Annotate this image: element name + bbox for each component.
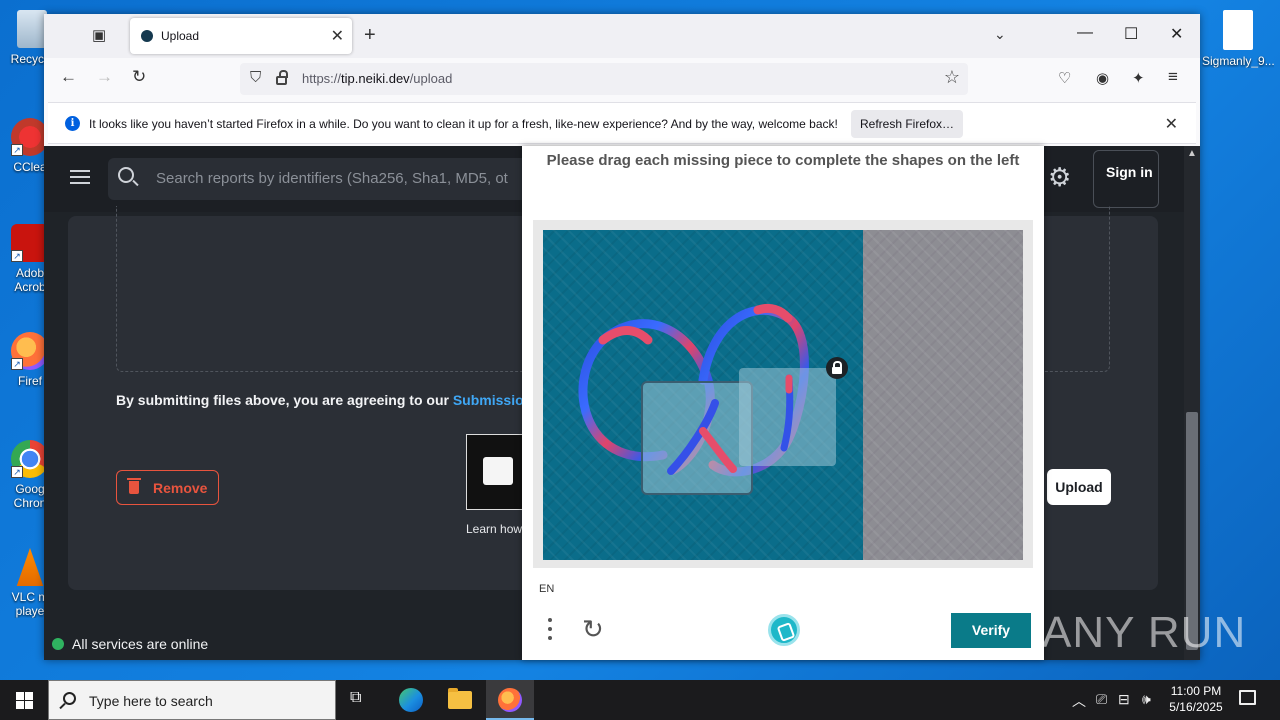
firefox-taskbar-button[interactable]: [486, 680, 534, 720]
hamburger-menu-icon[interactable]: [70, 170, 90, 184]
tab-bar: ▣ Upload ✕ + ⌄ — ☐ ✕: [44, 14, 1200, 58]
lock-icon[interactable]: [276, 70, 288, 85]
refresh-firefox-button[interactable]: Refresh Firefox…: [851, 110, 963, 138]
terms-agreement-text: By submitting files above, you are agree…: [116, 392, 533, 408]
folder-icon: [448, 688, 472, 709]
extensions-icon[interactable]: ✦: [1132, 69, 1145, 87]
new-tab-button[interactable]: +: [364, 24, 376, 47]
taskbar-search-placeholder: Type here to search: [89, 693, 213, 709]
app-menu-icon[interactable]: ≡: [1168, 67, 1178, 87]
captcha-drop-target: [641, 381, 753, 495]
remove-button[interactable]: Remove: [116, 470, 219, 505]
address-bar[interactable]: ⛉ https://tip.neiki.dev/upload ☆: [240, 63, 968, 95]
desktop-icon-label: Adob Acrob: [14, 266, 46, 294]
captcha-piece-tray: [863, 230, 1023, 560]
piece-shape: [780, 374, 794, 452]
close-notification-icon[interactable]: ✕: [1165, 114, 1178, 134]
recycle-bin-icon: [17, 10, 47, 48]
captcha-image: [543, 230, 1023, 560]
site-favicon-icon: [141, 30, 153, 42]
show-hidden-icons-icon[interactable]: ︿: [1072, 691, 1086, 711]
desktop-icon-label: Sigmanly_9...: [1202, 54, 1274, 68]
tracking-protection-shield-icon[interactable]: ⛉: [250, 69, 261, 86]
info-icon: i: [65, 116, 80, 131]
reload-button[interactable]: ↻: [132, 67, 146, 87]
page-scrollbar[interactable]: ▲: [1184, 146, 1200, 660]
piece-shape: [667, 399, 737, 475]
learn-how-text[interactable]: Learn how: [466, 522, 522, 536]
firefox-icon: [498, 688, 522, 712]
status-ok-icon: [52, 638, 64, 650]
remove-label: Remove: [153, 480, 208, 496]
maximize-button[interactable]: ☐: [1124, 24, 1138, 44]
hcaptcha-logo-icon[interactable]: [768, 614, 800, 646]
captcha-menu-icon[interactable]: [545, 618, 555, 644]
windows-logo-icon: [16, 692, 33, 709]
captcha-challenge-frame: [533, 220, 1033, 568]
notification-message: It looks like you haven’t started Firefo…: [89, 117, 838, 131]
clock-date: 5/16/2025: [1169, 700, 1223, 714]
ethernet-icon[interactable]: ⊟: [1118, 691, 1130, 708]
captcha-dialog: Please drag each missing piece to comple…: [522, 146, 1044, 660]
trash-icon: [127, 478, 141, 494]
navigation-bar: ← → ↻ ⛉ https://tip.neiki.dev/upload ☆ ♡…: [44, 58, 1200, 100]
taskbar-search-input[interactable]: Type here to search: [48, 680, 336, 720]
service-status: All services are online: [52, 636, 208, 652]
upload-button[interactable]: Upload: [1047, 469, 1111, 505]
status-text: All services are online: [72, 636, 209, 652]
captcha-shapes-area: [543, 230, 863, 560]
video-camera-icon: [483, 457, 513, 485]
close-window-button[interactable]: ✕: [1170, 24, 1183, 44]
minimize-button[interactable]: —: [1077, 24, 1093, 42]
task-view-icon: ⧉: [350, 689, 362, 706]
tab-title: Upload: [161, 29, 200, 43]
search-icon: [118, 167, 134, 183]
captcha-refresh-icon[interactable]: ↻: [582, 616, 604, 642]
firefox-view-icon[interactable]: ▣: [92, 26, 112, 46]
network-icon[interactable]: ⎚: [1096, 691, 1107, 708]
desktop-icon-sigmanly-file[interactable]: Sigmanly_9...: [1202, 10, 1274, 68]
language-selector[interactable]: EN: [539, 583, 554, 595]
captcha-draggable-piece[interactable]: [739, 368, 836, 466]
account-icon[interactable]: ◉: [1096, 69, 1109, 87]
file-icon: [1223, 10, 1253, 50]
notifications-icon[interactable]: [1239, 690, 1256, 705]
taskbar-clock[interactable]: 11:00 PM 5/16/2025: [1160, 683, 1232, 715]
url-text[interactable]: https://tip.neiki.dev/upload: [302, 71, 452, 86]
lock-icon: [826, 357, 848, 379]
search-icon: [63, 692, 76, 705]
clock-time: 11:00 PM: [1170, 684, 1222, 698]
edge-taskbar-button[interactable]: [387, 680, 435, 720]
pocket-icon[interactable]: ♡: [1058, 69, 1071, 87]
report-search-input[interactable]: Search reports by identifiers (Sha256, S…: [108, 158, 548, 200]
verify-button[interactable]: Verify: [951, 613, 1031, 648]
edge-icon: [399, 688, 423, 712]
submission-terms-link[interactable]: Submission: [453, 392, 532, 408]
close-tab-icon[interactable]: ✕: [331, 26, 344, 46]
file-explorer-taskbar-button[interactable]: [436, 680, 484, 720]
sign-in-button[interactable]: Sign in: [1093, 150, 1159, 208]
taskbar: Type here to search ⧉ ︿ ⎚ ⊟ 🕪 11:00 PM 5…: [0, 680, 1280, 720]
notification-bar: i It looks like you haven’t started Fire…: [48, 102, 1196, 144]
desktop-icon-label: Goog Chron: [13, 482, 47, 510]
forward-button[interactable]: →: [96, 67, 113, 87]
list-all-tabs-icon[interactable]: ⌄: [994, 26, 1006, 43]
video-thumbnail[interactable]: [466, 434, 526, 510]
tab-upload[interactable]: Upload ✕: [130, 18, 352, 54]
bookmark-star-icon[interactable]: ☆: [944, 67, 960, 88]
task-view-button[interactable]: ⧉: [336, 680, 384, 720]
captcha-instructions: Please drag each missing piece to comple…: [546, 152, 1020, 169]
search-placeholder: Search reports by identifiers (Sha256, S…: [156, 170, 508, 187]
back-button[interactable]: ←: [60, 67, 77, 87]
volume-icon[interactable]: 🕪: [1142, 691, 1151, 708]
scroll-up-icon[interactable]: ▲: [1187, 148, 1197, 159]
anyrun-watermark: ANY RUN: [1042, 608, 1247, 657]
settings-gear-icon[interactable]: ⚙: [1048, 164, 1071, 190]
start-button[interactable]: [0, 680, 48, 720]
